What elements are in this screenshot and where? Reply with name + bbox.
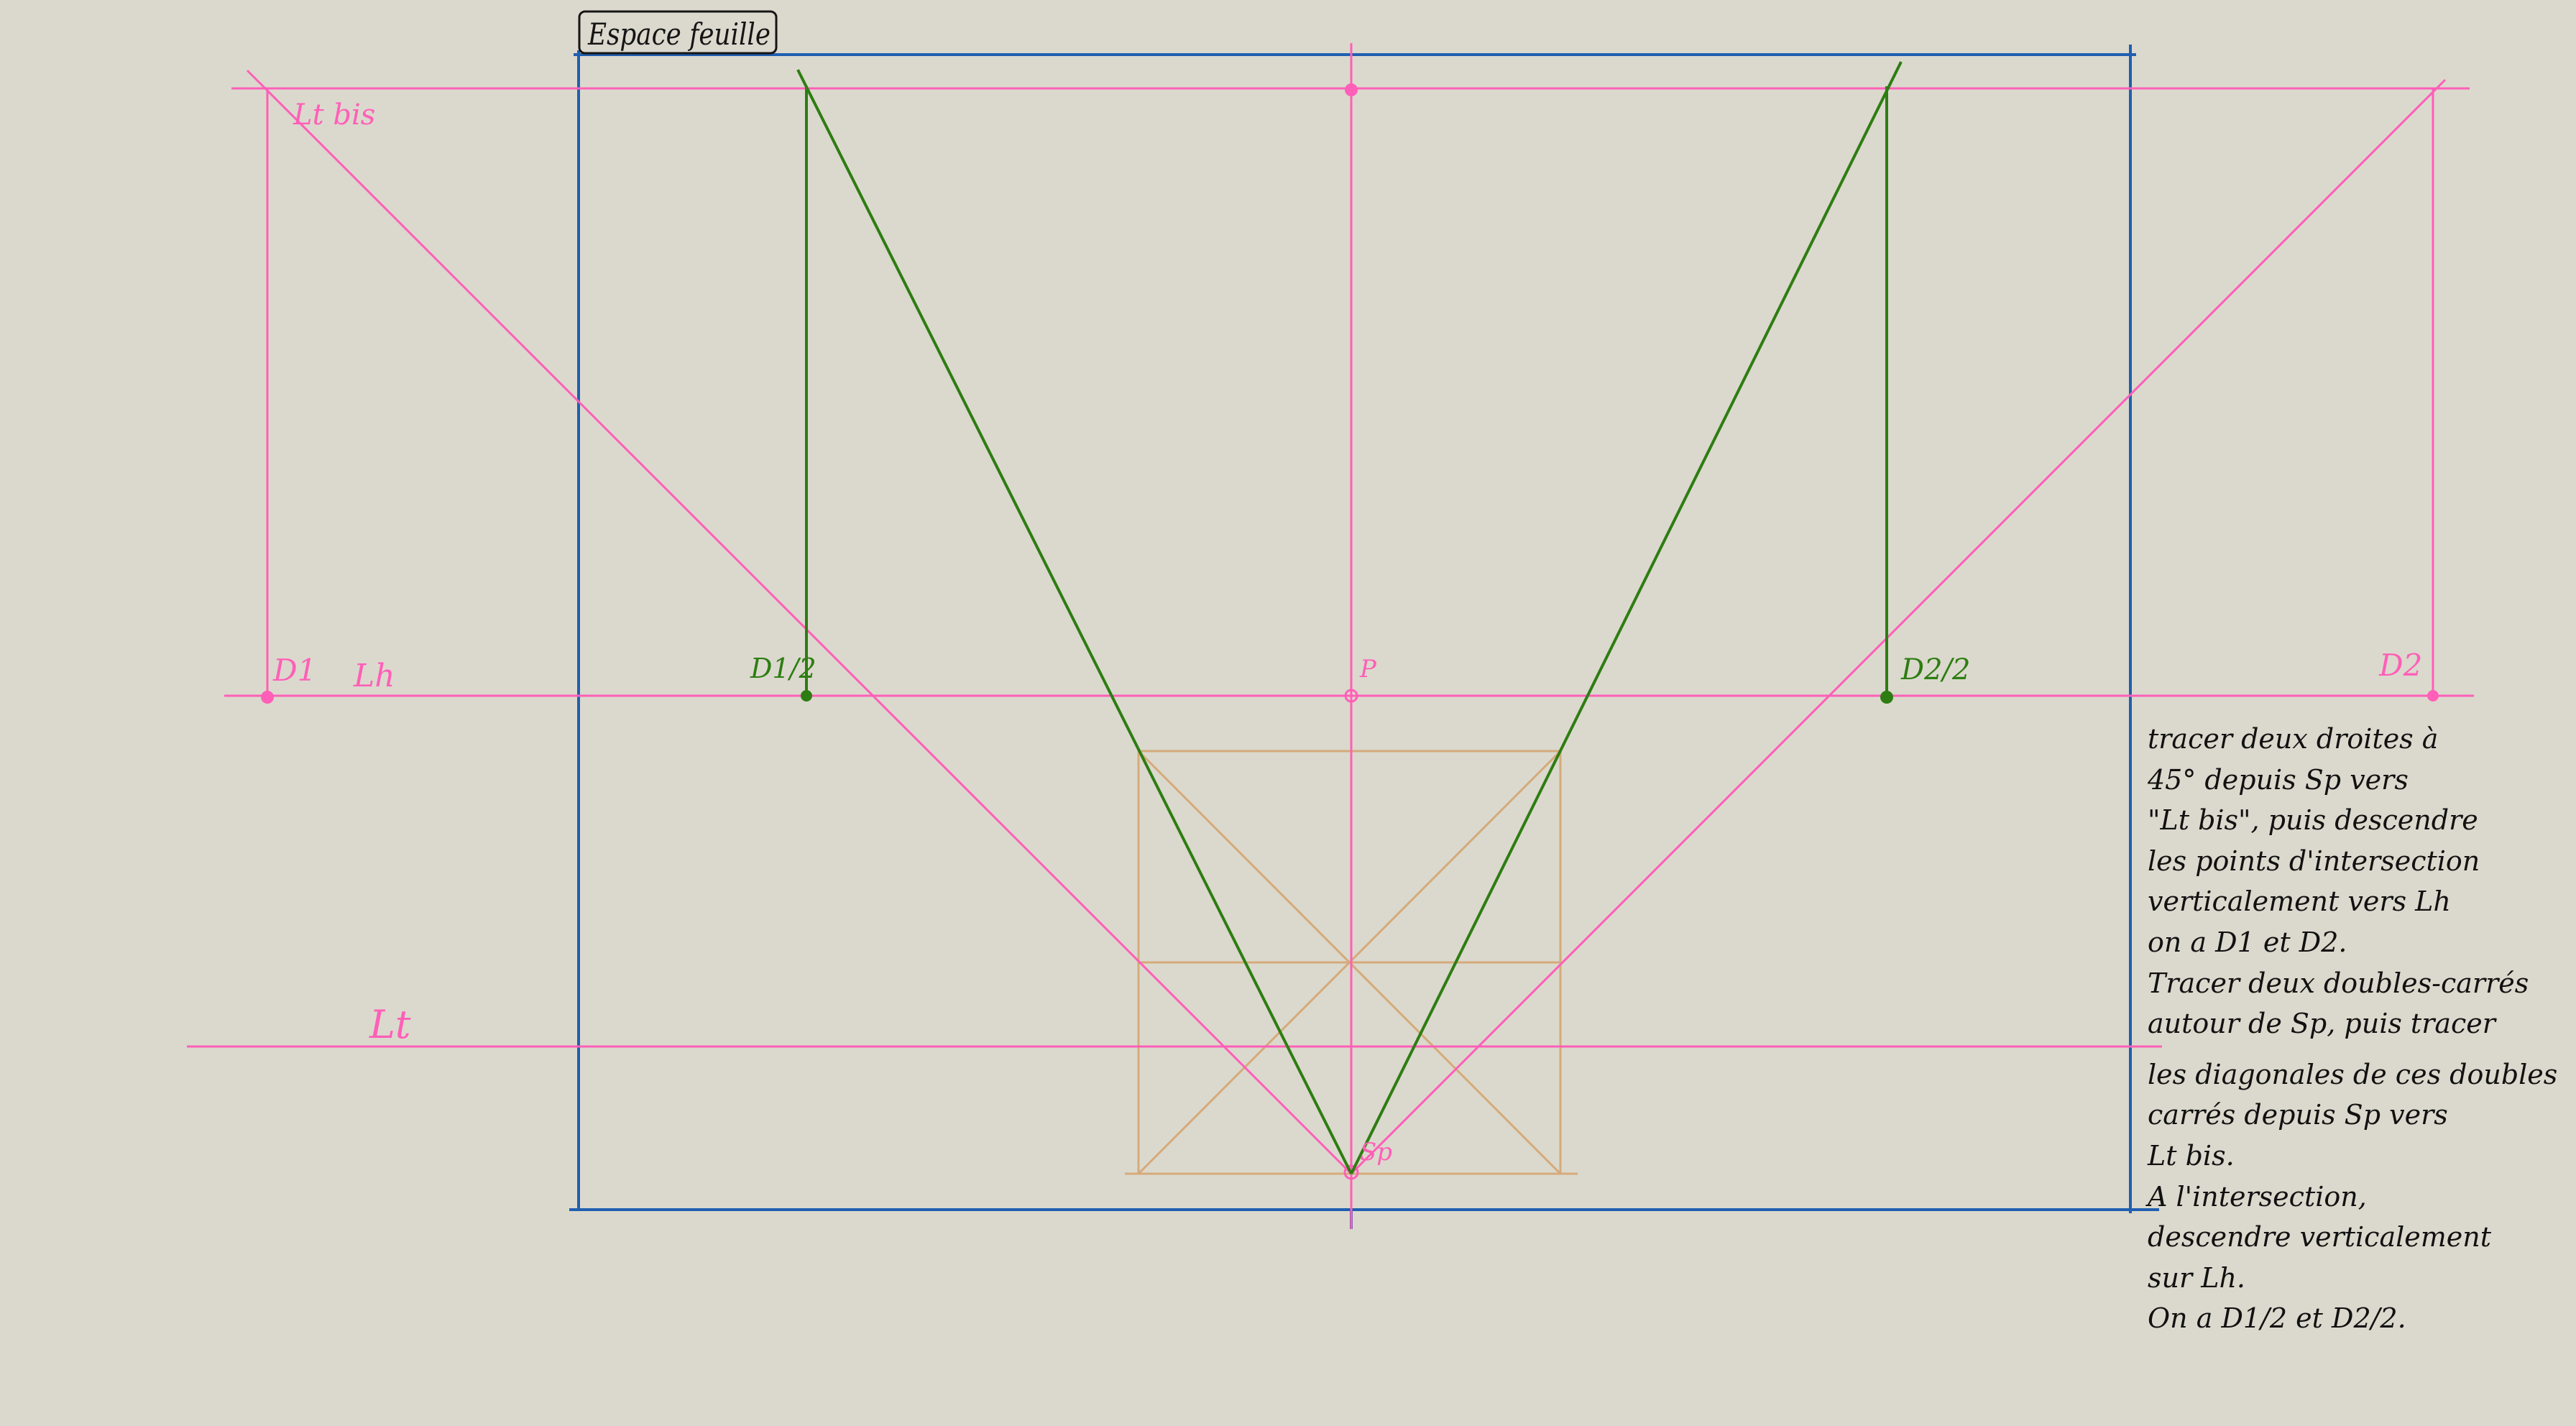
- note-line: descendre verticalement: [2148, 1221, 2492, 1254]
- instruction-notes: tracer deux droites à 45° depuis Sp vers…: [2148, 719, 2564, 1339]
- note-line: Tracer deux doubles-carrés: [2148, 967, 2529, 999]
- note-line: On a D1/2 et D2/2.: [2148, 1302, 2406, 1335]
- point-d1: [261, 691, 274, 704]
- note-line: les diagonales de ces doubles: [2148, 1058, 2558, 1090]
- green-construction: [796, 61, 1903, 1174]
- pink-points: [261, 83, 2439, 1180]
- point-d2-half: [1880, 691, 1893, 704]
- label-lt: Lt: [369, 1002, 411, 1047]
- point-d1-half: [801, 690, 812, 702]
- note-line: Lt bis.: [2148, 1139, 2235, 1172]
- note-line: "Lt bis", puis descendre: [2148, 804, 2478, 837]
- point-top-center: [1345, 83, 1358, 96]
- note-line: A l'intersection,: [2148, 1180, 2367, 1213]
- label-p: P: [1359, 655, 1377, 684]
- label-d2-half: D2/2: [1900, 653, 1970, 686]
- green-diagonal-right: [1350, 61, 1903, 1174]
- note-line: 45° depuis Sp vers: [2148, 763, 2409, 796]
- label-lh: Lh: [353, 658, 395, 694]
- note-line: les points d'intersection: [2148, 845, 2480, 877]
- label-d1-half: D1/2: [750, 653, 816, 684]
- label-sp: Sp: [1360, 1138, 1392, 1167]
- note-line: on a D1 et D2.: [2148, 926, 2347, 958]
- label-lt-bis: Lt bis: [293, 98, 375, 132]
- sheet-label-text: Espace feuille: [587, 17, 770, 52]
- note-line: verticalement vers Lh: [2148, 886, 2451, 918]
- note-line: autour de Sp, puis tracer: [2148, 1008, 2496, 1040]
- note-line: sur Lh.: [2148, 1261, 2246, 1294]
- sheet-label: Espace feuille: [578, 10, 778, 55]
- diagonal-45-left: [246, 69, 1353, 1175]
- point-d2: [2427, 690, 2439, 702]
- label-d1: D1: [272, 653, 316, 688]
- note-line: tracer deux droites à: [2148, 723, 2439, 755]
- note-line: carrés depuis Sp vers: [2148, 1099, 2448, 1131]
- label-d2: D2: [2378, 648, 2422, 683]
- green-diagonal-left: [796, 69, 1353, 1174]
